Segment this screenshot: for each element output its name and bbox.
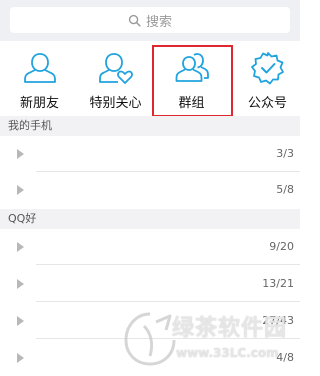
search-bar-area: 搜索 [0, 0, 300, 41]
special-care-label: 特别关心 [89, 96, 142, 111]
official-account-label: 公众号 [247, 96, 287, 111]
divider [36, 338, 300, 339]
expand-arrow-icon [17, 316, 24, 326]
list-item[interactable]: 9/20 [0, 229, 300, 265]
search-icon [128, 14, 141, 27]
special-care-icon [98, 50, 134, 86]
section-header-my-phone: 我的手机 [0, 116, 300, 136]
list-item[interactable]: 5/8 [0, 172, 300, 208]
online-count: 5/8 [276, 183, 294, 196]
search-input[interactable]: 搜索 [10, 7, 290, 33]
new-friend-label: 新朋友 [19, 96, 59, 111]
new-friend-icon [22, 50, 58, 86]
new-friend-button[interactable]: 新朋友 [2, 41, 77, 116]
official-account-button[interactable]: 公众号 [230, 41, 305, 116]
expand-arrow-icon [17, 242, 24, 252]
divider [36, 301, 300, 302]
list-item[interactable]: 3/3 [0, 136, 300, 172]
online-count: 27/43 [262, 314, 294, 327]
expand-arrow-icon [17, 149, 24, 159]
expand-arrow-icon [17, 279, 24, 289]
special-care-button[interactable]: 特别关心 [78, 41, 153, 116]
list-item[interactable]: 4/8 [0, 340, 300, 376]
online-count: 3/3 [276, 147, 294, 160]
online-count: 9/20 [269, 240, 294, 253]
section-header-qq-friends: QQ好 [0, 209, 300, 229]
expand-arrow-icon [17, 185, 24, 195]
online-count: 13/21 [262, 277, 294, 290]
list-item[interactable]: 13/21 [0, 266, 300, 302]
highlight-box [152, 45, 233, 117]
official-account-icon [250, 50, 286, 86]
online-count: 4/8 [276, 351, 294, 364]
search-placeholder: 搜索 [145, 14, 172, 30]
expand-arrow-icon [17, 353, 24, 363]
list-item[interactable]: 27/43 [0, 303, 300, 339]
divider [36, 264, 300, 265]
quick-actions: 新朋友 特别关心 群组 公众号 [0, 41, 300, 116]
